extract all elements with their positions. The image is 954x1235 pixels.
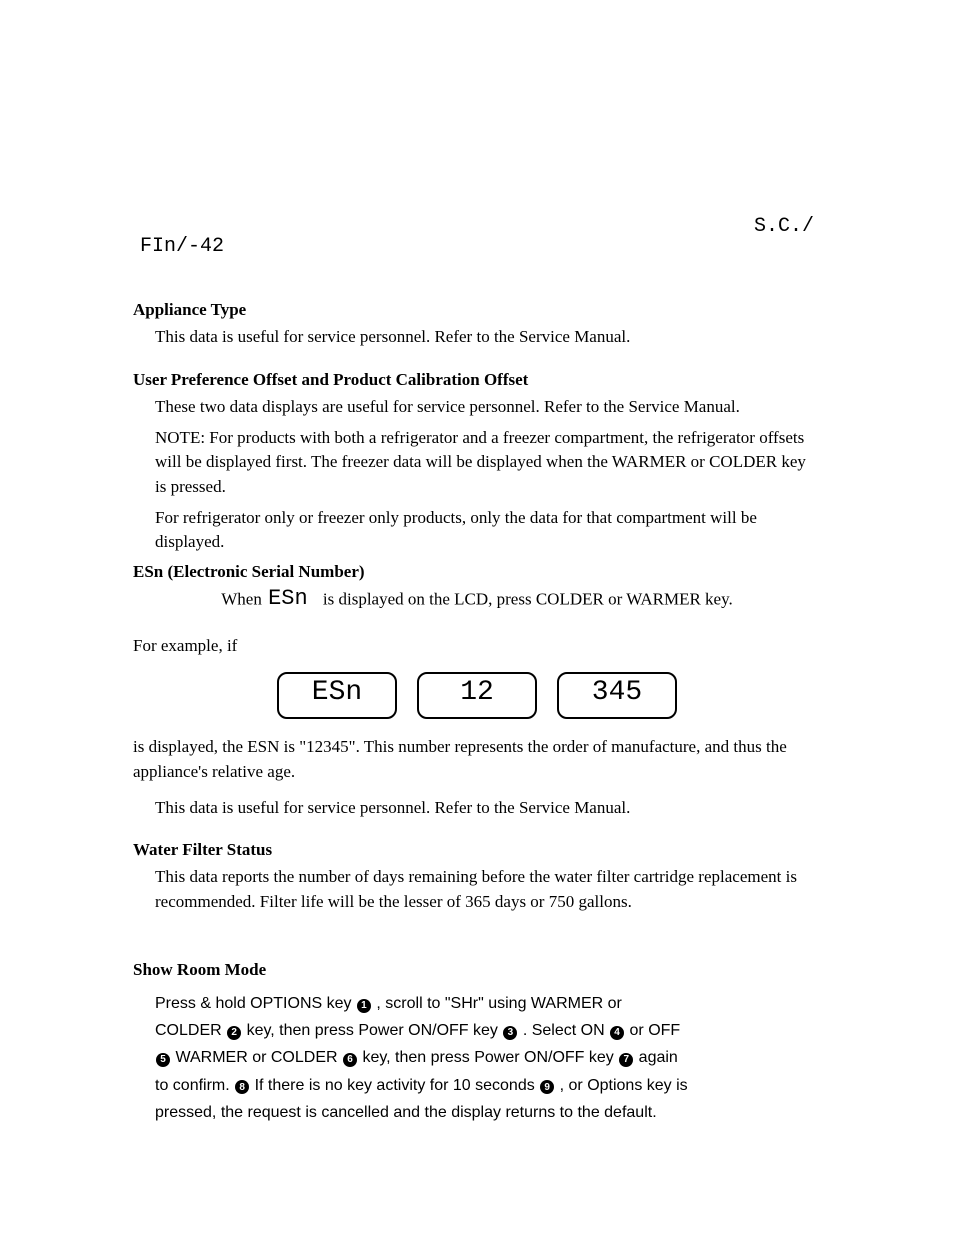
calibration-para-1: These two data displays are useful for s… (155, 395, 821, 420)
esn-display-box-1: ESn (277, 672, 397, 719)
showroom-l3-mid1: WARMER or COLDER (175, 1049, 342, 1066)
calibration-para-3: For refrigerator only or freezer only pr… (155, 506, 821, 555)
circled-7-icon: 7 (619, 1053, 633, 1067)
showroom-l4-mid: If there is no key activity for 10 secon… (255, 1077, 540, 1094)
circled-5-icon: 5 (156, 1053, 170, 1067)
esn-display-box-3: 345 (557, 672, 677, 719)
section-title-calibration: User Preference Offset and Product Calib… (133, 370, 528, 390)
showroom-l1-suffix: , scroll to "SHr" using WARMER or (376, 995, 621, 1012)
esn-code-inline: ESn (268, 586, 308, 611)
circled-6-icon: 6 (343, 1053, 357, 1067)
section-title-showroom: Show Room Mode (133, 960, 266, 980)
showroom-body: Press & hold OPTIONS key 1 , scroll to "… (155, 990, 821, 1126)
esn-display-box-2: 12 (417, 672, 537, 719)
showroom-l4-end: , or Options key is (560, 1077, 688, 1094)
showroom-l2-end: or OFF (630, 1022, 681, 1039)
calibration-para-2: NOTE: For products with both a refrigera… (155, 426, 821, 500)
showroom-l4-prefix: to confirm. (155, 1077, 234, 1094)
section-title-esn: ESn (Electronic Serial Number) (133, 562, 365, 582)
circled-4-icon: 4 (610, 1026, 624, 1040)
esn-example-label: For example, if (133, 636, 237, 656)
section-title-appliance-type: Appliance Type (133, 300, 246, 320)
esn-intro-prefix: When (221, 589, 266, 608)
section-title-filter: Water Filter Status (133, 840, 272, 860)
esn-intro-suffix: is displayed on the LCD, press COLDER or… (323, 589, 733, 608)
circled-9-icon: 9 (540, 1080, 554, 1094)
circled-1-icon: 1 (357, 999, 371, 1013)
esn-display-row: ESn 12 345 (0, 672, 954, 719)
showroom-l2-prefix: COLDER (155, 1022, 226, 1039)
filter-body: This data reports the number of days rem… (155, 865, 821, 914)
circled-2-icon: 2 (227, 1026, 241, 1040)
showroom-l5: pressed, the request is cancelled and th… (155, 1104, 657, 1121)
appliance-type-body: This data is useful for service personne… (155, 325, 821, 350)
showroom-l2-mid2: . Select ON (523, 1022, 609, 1039)
showroom-l3-end: again (639, 1049, 678, 1066)
showroom-l3-mid2: key, then press Power ON/OFF key (362, 1049, 618, 1066)
showroom-l1-prefix: Press & hold OPTIONS key (155, 995, 356, 1012)
esn-after-boxes: is displayed, the ESN is "12345". This n… (133, 735, 821, 784)
sc-label: S.C./ (754, 215, 814, 238)
showroom-l2-mid1: key, then press Power ON/OFF key (247, 1022, 503, 1039)
circled-3-icon: 3 (503, 1026, 517, 1040)
esn-extra-para: This data is useful for service personne… (155, 796, 821, 821)
mfr-model-label: FIn/-42 (140, 235, 224, 258)
circled-8-icon: 8 (235, 1080, 249, 1094)
